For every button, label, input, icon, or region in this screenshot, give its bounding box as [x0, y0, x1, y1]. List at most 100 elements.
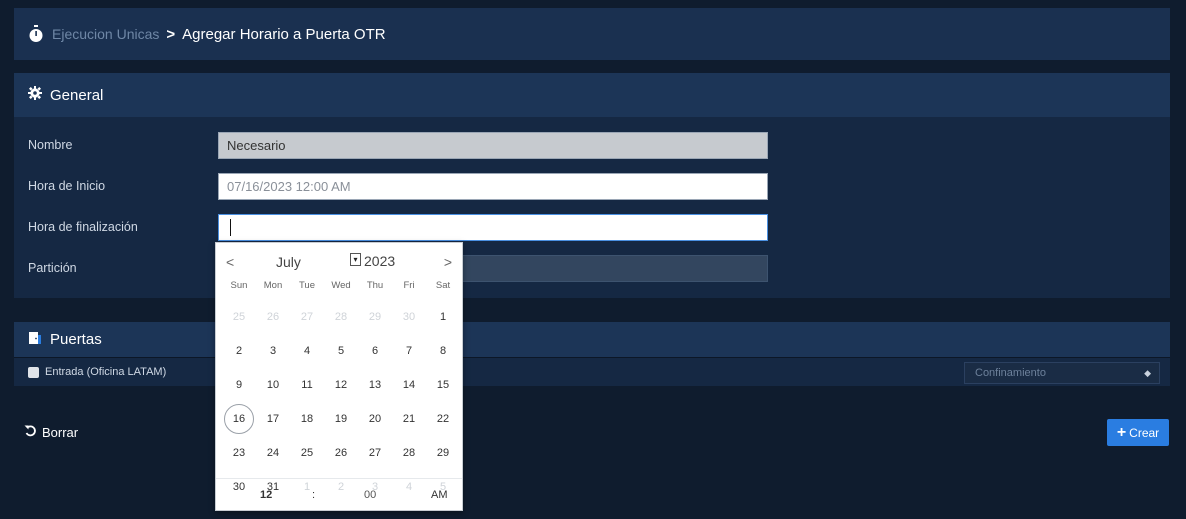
breadcrumb-root[interactable]: Ejecucion Unicas — [52, 26, 159, 42]
day-cell[interactable]: 1 — [426, 300, 460, 334]
day-cell[interactable]: 26 — [256, 300, 290, 334]
day-cell[interactable]: 14 — [392, 368, 426, 402]
day-cell[interactable]: 18 — [290, 402, 324, 436]
door-mode-value: Confinamiento — [975, 367, 1046, 379]
fin-row: Hora de finalización — [14, 213, 1170, 241]
door-row: Entrada (Oficina LATAM) Confinamiento ◆ — [14, 358, 1170, 386]
door-mode-select[interactable]: Confinamiento ◆ — [964, 362, 1160, 384]
day-number: 30 — [402, 311, 416, 323]
nombre-row: Nombre Necesario — [14, 131, 1170, 159]
crear-label: Crear — [1129, 425, 1160, 440]
weekday-label: Mon — [263, 280, 283, 291]
day-cell[interactable]: 10 — [256, 368, 290, 402]
prev-month-button[interactable]: < — [226, 254, 234, 270]
day-cell-today[interactable]: 16 — [222, 402, 256, 436]
weekday-label: Sun — [230, 280, 248, 291]
day-cell[interactable]: 27 — [290, 300, 324, 334]
borrar-label: Borrar — [42, 424, 79, 440]
select-arrows-icon: ◆ — [1144, 367, 1151, 378]
day-cell[interactable]: 6 — [358, 334, 392, 368]
day-cell[interactable]: 13 — [358, 368, 392, 402]
ampm-toggle[interactable]: AM — [431, 489, 448, 501]
puertas-title: Puertas — [50, 331, 102, 348]
day-number: 15 — [436, 379, 450, 391]
day-number: 4 — [303, 345, 311, 357]
time-picker: 12 : 00 AM — [216, 478, 462, 510]
day-cell[interactable]: 7 — [392, 334, 426, 368]
general-panel: General Nombre Necesario Hora de Inicio … — [14, 73, 1170, 298]
weekday-label: Tue — [298, 280, 316, 291]
day-cell[interactable]: 17 — [256, 402, 290, 436]
day-number: 24 — [266, 447, 280, 459]
day-number: 18 — [300, 413, 314, 425]
day-cell[interactable]: 19 — [324, 402, 358, 436]
door-checkbox[interactable] — [28, 366, 39, 378]
weekday-label: Thu — [366, 280, 384, 291]
day-cell[interactable]: 30 — [392, 300, 426, 334]
year-dropdown-icon[interactable]: ▾ — [350, 253, 361, 266]
weekday-header: Sun Mon Tue Wed Thu Fri Sat — [222, 280, 460, 291]
day-number: 26 — [334, 447, 348, 459]
day-cell[interactable]: 23 — [222, 436, 256, 470]
day-cell[interactable]: 24 — [256, 436, 290, 470]
inicio-label: Hora de Inicio — [28, 179, 106, 193]
next-month-button[interactable]: > — [444, 254, 452, 270]
time-separator: : — [312, 489, 316, 501]
day-number: 5 — [337, 345, 345, 357]
gear-icon — [28, 86, 42, 104]
day-number: 27 — [368, 447, 382, 459]
day-number: 26 — [266, 311, 280, 323]
day-cell[interactable]: 21 — [392, 402, 426, 436]
day-number: 27 — [300, 311, 314, 323]
general-heading: General — [14, 73, 1170, 117]
borrar-button[interactable]: Borrar — [24, 424, 78, 440]
day-number: 9 — [235, 379, 243, 391]
day-cell[interactable]: 29 — [426, 436, 460, 470]
day-number: 20 — [368, 413, 382, 425]
minute-field[interactable]: 00 — [364, 489, 376, 501]
day-cell[interactable]: 27 — [358, 436, 392, 470]
day-cell[interactable]: 20 — [358, 402, 392, 436]
day-number: 14 — [402, 379, 416, 391]
day-cell[interactable]: 3 — [256, 334, 290, 368]
day-cell[interactable]: 5 — [324, 334, 358, 368]
month-label[interactable]: July — [276, 254, 301, 270]
day-cell[interactable]: 11 — [290, 368, 324, 402]
day-cell[interactable]: 26 — [324, 436, 358, 470]
day-cell[interactable]: 4 — [290, 334, 324, 368]
day-number: 10 — [266, 379, 280, 391]
day-number: 25 — [300, 447, 314, 459]
day-number: 25 — [232, 311, 246, 323]
day-cell[interactable]: 25 — [222, 300, 256, 334]
general-title: General — [50, 86, 104, 104]
day-number: 19 — [334, 413, 348, 425]
day-number: 7 — [405, 345, 413, 357]
door-label: Entrada (Oficina LATAM) — [45, 366, 167, 378]
day-cell[interactable]: 28 — [324, 300, 358, 334]
puertas-heading: Puertas — [14, 322, 1170, 358]
day-number: 22 — [436, 413, 450, 425]
day-cell[interactable]: 28 — [392, 436, 426, 470]
weekday-label: Wed — [331, 280, 351, 291]
day-cell[interactable]: 25 — [290, 436, 324, 470]
nombre-value: Necesario — [227, 137, 286, 153]
hour-field[interactable]: 12 — [260, 489, 272, 501]
crear-button[interactable]: + Crear — [1107, 419, 1169, 446]
day-cell[interactable]: 8 — [426, 334, 460, 368]
day-number: 8 — [439, 345, 447, 357]
inicio-row: Hora de Inicio 07/16/2023 12:00 AM — [14, 172, 1170, 200]
day-cell[interactable]: 9 — [222, 368, 256, 402]
year-input[interactable]: 2023 — [364, 253, 395, 269]
particion-label: Partición — [28, 261, 77, 275]
particion-row: Partición — [14, 254, 1170, 282]
end-time-field[interactable] — [218, 213, 768, 241]
day-cell[interactable]: 15 — [426, 368, 460, 402]
start-time-field[interactable]: 07/16/2023 12:00 AM — [218, 172, 768, 200]
stopwatch-icon — [28, 25, 44, 43]
day-cell[interactable]: 2 — [222, 334, 256, 368]
start-time-value: 07/16/2023 12:00 AM — [227, 178, 351, 194]
day-number: 12 — [334, 379, 348, 391]
day-cell[interactable]: 12 — [324, 368, 358, 402]
day-cell[interactable]: 29 — [358, 300, 392, 334]
day-cell[interactable]: 22 — [426, 402, 460, 436]
